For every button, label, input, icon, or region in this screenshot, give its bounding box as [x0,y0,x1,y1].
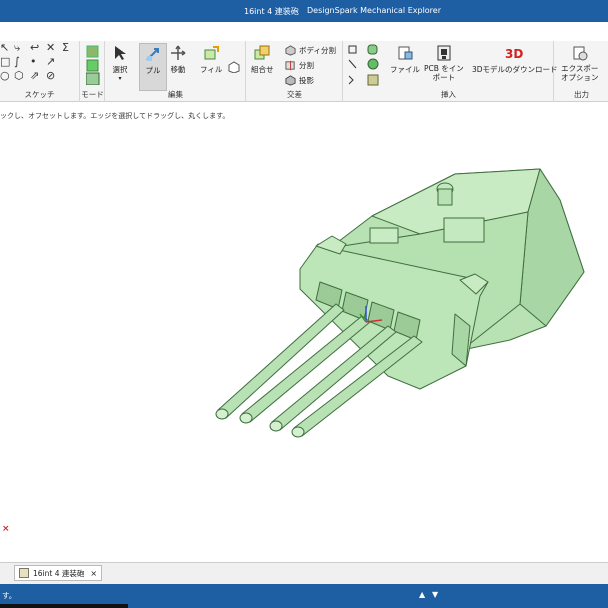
project-button[interactable]: 投影 [285,75,314,86]
pull-label: プル [145,66,161,75]
edit-group-label: 編集 [168,90,183,99]
taskbar-strip [0,604,128,608]
fill-button[interactable]: フィル [200,45,222,75]
combine-label: 組合せ [251,65,274,74]
move-button[interactable]: 移動 [170,45,186,75]
polygon-tool-icon[interactable]: ⬡ [14,69,24,82]
fill-label: フィル [200,65,223,74]
box-tool-icon[interactable] [228,61,240,73]
arc-tool-icon[interactable]: ↩ [30,41,39,54]
insert-file-button[interactable]: ファイル [390,45,420,75]
select-label: 選択 [112,65,128,74]
pull-icon [146,48,159,61]
sum-tool-icon[interactable]: Σ [62,41,69,54]
pcb-import-label-2: ポート [432,73,456,82]
edit-group: 選択 ▾ プル 移動 フィル 編集 [106,41,246,102]
svg-text:3D: 3D [505,47,523,61]
ribbon-tab-strip [0,22,608,41]
document-tab-label: 16int 4 連装砲 [33,568,85,578]
3d-model-download-button[interactable]: 3D 3Dモデルのダウンロード [472,45,558,75]
file-icon [398,46,413,60]
output-group: エクスポー オプション 出力 [555,41,608,102]
title-bar: 16int 4 連装砲 DesignSpark Mechanical Explo… [0,0,608,22]
insert-primitives-icons[interactable] [347,44,381,88]
select-dropdown-icon[interactable]: ▾ [118,75,121,82]
turret-model[interactable] [0,104,608,562]
sketch-group-label: スケッチ [24,90,55,99]
insert-file-label: ファイル [390,65,420,74]
insert-group-label: 挿入 [441,90,456,99]
project-icon [285,75,296,86]
origin-marker-icon: × [2,524,10,534]
split-button[interactable]: 分割 [285,60,314,71]
split-body-label: ボディ分割 [299,46,336,55]
app-title: DesignSpark Mechanical Explorer [307,6,442,15]
rectangle-tool-icon[interactable]: □ [0,55,10,68]
insert-group: ファイル PCB をイン ポート 3D 3Dモデルのダウンロード 挿入 [344,41,558,102]
offset-tool-icon[interactable]: ⇗ [30,69,39,82]
move-icon [171,45,186,60]
circle-tool-icon[interactable]: ○ [0,69,10,82]
document-title: 16int 4 連装砲 [244,7,299,16]
split-icon [285,60,295,71]
mode-icons[interactable] [86,45,100,85]
project-label: 投影 [299,76,314,85]
pull-button[interactable]: プル [139,43,167,91]
trim-tool-icon[interactable]: ✕ [46,41,55,54]
pcb-icon [437,45,451,61]
export-icon [573,46,588,61]
output-group-label: 出力 [574,90,589,99]
point-tool-icon[interactable]: • [30,55,37,68]
sketch-group: ↖ ⤷ ↩ ✕ Σ □ ∫ • ↗ ○ ⬡ ⇗ ⊘ スケッチ [0,41,80,102]
mode-group-label: モード [81,90,104,99]
intersect-group: 組合せ ボディ分割 分割 投影 交差 [247,41,343,102]
3d-badge-icon: 3D [505,47,523,61]
export-label-1: エクスポー [561,64,599,73]
status-down-arrow-icon[interactable]: ▼ [432,590,438,599]
pcb-import-button[interactable]: PCB をイン ポート [424,45,464,82]
3d-model-download-label: 3Dモデルのダウンロード [472,65,558,74]
mode-group: モード [81,41,105,102]
pcb-import-label-1: PCB をイン [424,64,464,73]
close-tab-icon[interactable]: × [90,569,97,578]
select-button[interactable]: 選択 ▾ [112,45,128,82]
split-label: 分割 [299,61,314,70]
line-tool-icon[interactable]: ↖ [0,41,9,54]
bend-tool-icon[interactable]: ⊘ [46,69,55,82]
curve-tool-icon[interactable]: ∫ [14,55,20,68]
split-body-button[interactable]: ボディ分割 [285,45,336,56]
document-tab-icon [19,568,29,578]
status-text: す。 [2,591,17,600]
document-tab[interactable]: 16int 4 連装砲 × [14,565,103,581]
status-up-arrow-icon[interactable]: ▲ [419,590,425,599]
move-label: 移動 [170,65,186,74]
intersect-group-label: 交差 [287,90,302,99]
export-label-2: オプション [561,73,599,82]
cursor-icon [115,46,126,60]
status-bar: す。 ▲ ▼ [0,584,608,608]
fill-icon [204,46,220,60]
combine-button[interactable]: 組合せ [251,45,274,75]
combine-icon [254,45,270,60]
mirror-tool-icon[interactable]: ↗ [46,55,55,68]
export-options-button[interactable]: エクスポー オプション [561,45,599,82]
spline-tool-icon[interactable]: ⤷ [14,41,20,55]
split-body-icon [285,45,296,56]
